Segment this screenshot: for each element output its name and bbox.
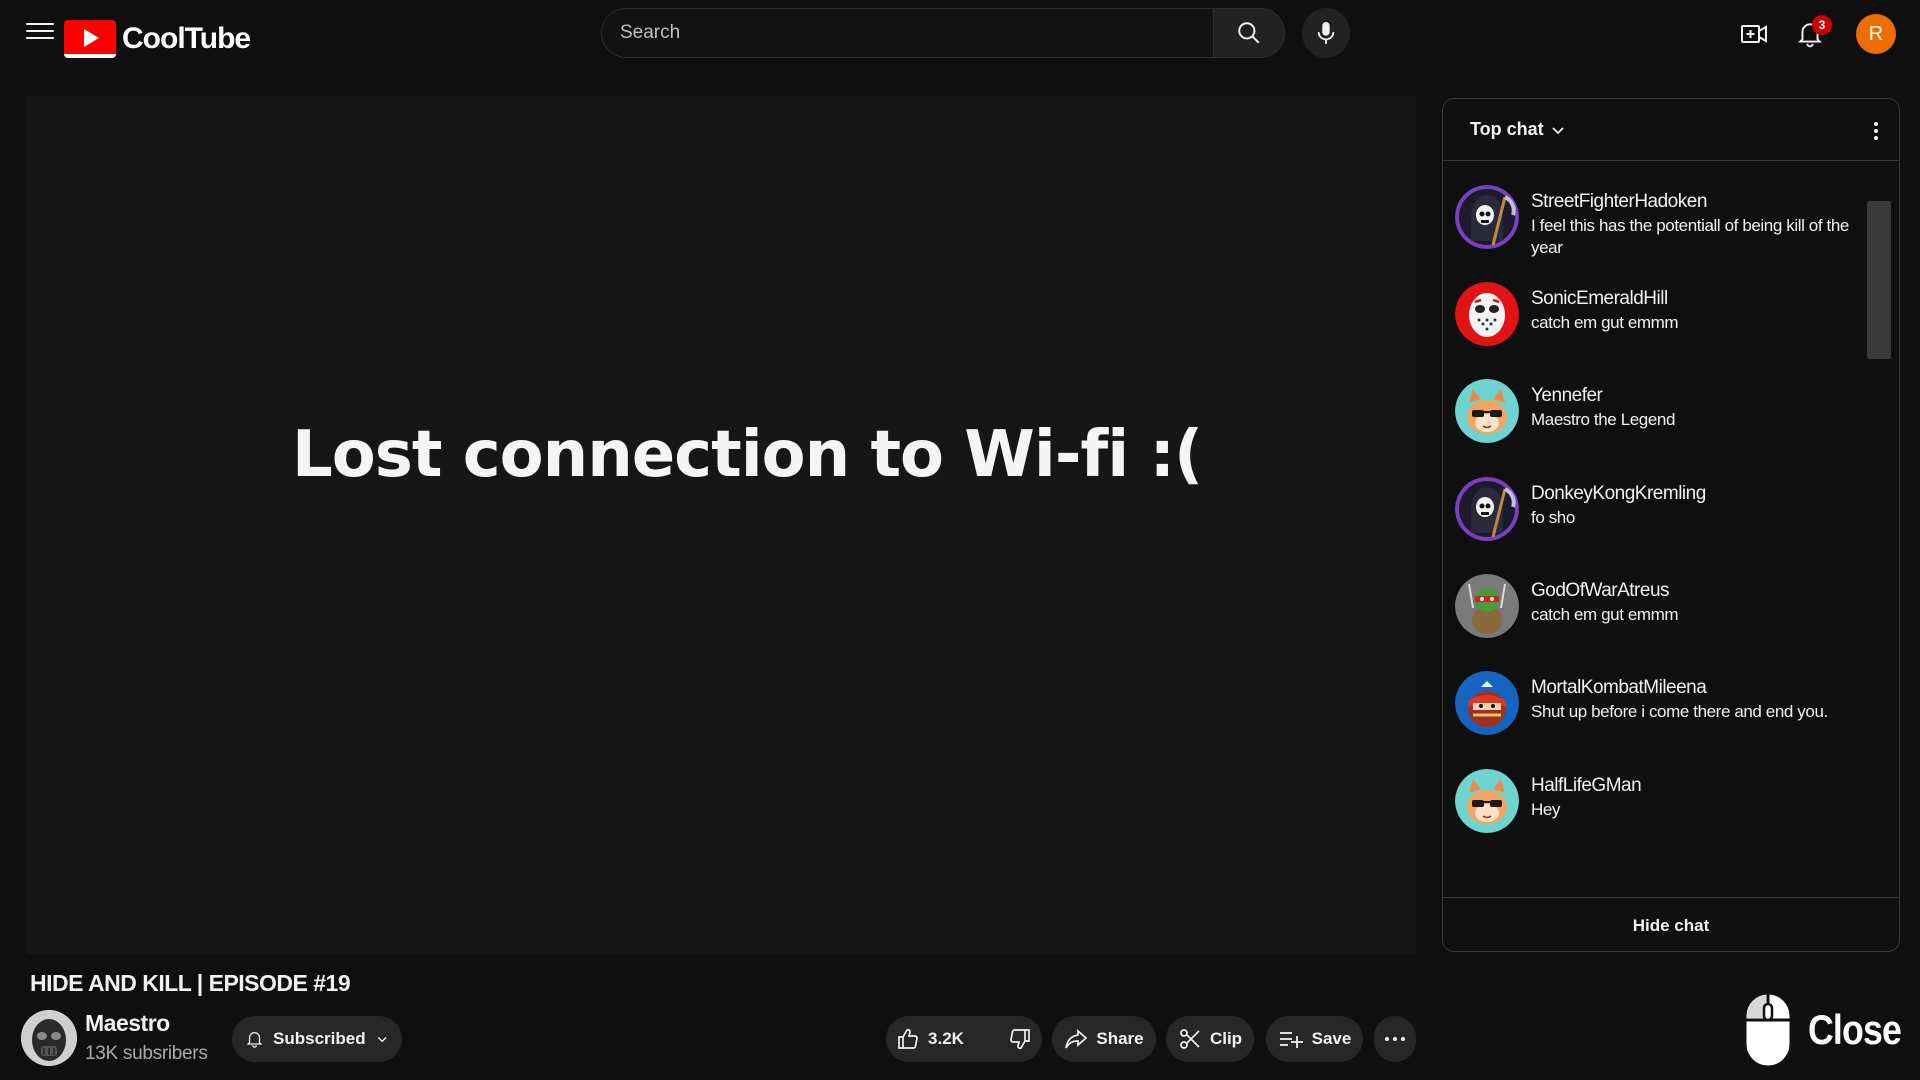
ninja-avatar-icon[interactable] — [1455, 671, 1519, 735]
chat-message-text: Shut up before i come there and end you. — [1531, 702, 1828, 721]
reaper-avatar-icon[interactable] — [1455, 185, 1519, 249]
hide-chat-button[interactable]: Hide chat — [1633, 916, 1710, 936]
video-title: HIDE AND KILL | EPISODE #19 — [30, 970, 351, 996]
voice-search-button[interactable] — [1302, 8, 1350, 58]
notifications-button[interactable]: 3 — [1790, 14, 1832, 54]
hockey-mask-avatar-icon[interactable] — [1455, 282, 1519, 346]
mouse-icon — [1743, 991, 1793, 1069]
chat-header: Top chat — [1443, 99, 1899, 161]
menu-icon[interactable] — [26, 18, 54, 46]
chat-author[interactable]: GodOfWarAtreus — [1531, 580, 1851, 602]
chat-message: DonkeyKongKremling fo sho — [1455, 477, 1875, 541]
subscribed-label: Subscribed — [273, 1029, 366, 1048]
chat-mode-selector[interactable]: Top chat — [1470, 119, 1566, 140]
cat-sunglasses-avatar-icon[interactable] — [1455, 379, 1519, 443]
chat-message: SonicEmeraldHill catch em gut emmm — [1455, 282, 1875, 346]
live-chat-panel: Top chat StreetFighterHadoken I feel thi… — [1442, 98, 1900, 952]
search-bar — [601, 8, 1285, 58]
video-player[interactable] — [26, 96, 1416, 954]
chat-message-text: catch em gut emmm — [1531, 605, 1679, 624]
chat-message: Yennefer Maestro the Legend — [1455, 379, 1875, 443]
close-overlay-button[interactable]: Close — [1742, 990, 1917, 1070]
chevron-down-icon — [377, 1036, 387, 1043]
share-button[interactable]: Share — [1052, 1016, 1156, 1062]
chat-mode-label: Top chat — [1470, 119, 1544, 139]
chat-message-text: Maestro the Legend — [1531, 410, 1676, 429]
save-button[interactable]: Save — [1266, 1016, 1363, 1062]
chat-message: GodOfWarAtreus catch em gut emmm — [1455, 574, 1875, 638]
search-icon — [1238, 22, 1260, 44]
video-add-icon — [1741, 25, 1767, 43]
search-button[interactable] — [1213, 8, 1285, 58]
account-avatar[interactable]: R — [1856, 14, 1896, 54]
more-actions-button[interactable] — [1374, 1016, 1416, 1062]
share-arrow-icon — [1065, 1029, 1088, 1049]
chat-message: StreetFighterHadoken I feel this has the… — [1455, 185, 1875, 259]
chat-message-text: Hey — [1531, 800, 1561, 819]
subscribed-button[interactable]: Subscribed — [232, 1016, 402, 1062]
chat-footer: Hide chat — [1443, 897, 1899, 951]
chat-message-text: I feel this has the potentiall of being … — [1531, 216, 1849, 257]
channel-avatar[interactable] — [21, 1010, 77, 1066]
logo[interactable]: CoolTube — [64, 20, 251, 58]
chat-author[interactable]: HalfLifeGMan — [1531, 775, 1851, 797]
chat-message-text: fo sho — [1531, 508, 1575, 527]
turtle-avatar-icon[interactable] — [1455, 574, 1519, 638]
save-label: Save — [1311, 1029, 1352, 1048]
more-horizontal-icon — [1385, 1037, 1405, 1041]
search-input[interactable] — [601, 8, 1213, 58]
app: CoolTube 3 R Lost connection to Wi-fi :(… — [0, 0, 1920, 1080]
chevron-down-icon — [1552, 126, 1564, 134]
channel-subscriber-count: 13K subsribers — [85, 1043, 208, 1064]
cat-sunglasses-avatar-icon[interactable] — [1455, 769, 1519, 833]
thumbs-down-icon — [1010, 1029, 1030, 1050]
close-label: Close — [1808, 1006, 1902, 1053]
clip-button[interactable]: Clip — [1166, 1016, 1254, 1062]
chat-message: MortalKombatMileena Shut up before i com… — [1455, 671, 1875, 735]
notification-count-badge: 3 — [1812, 15, 1832, 35]
clip-label: Clip — [1209, 1029, 1243, 1048]
logo-play-icon — [64, 20, 116, 58]
bell-icon — [246, 1032, 263, 1048]
like-count: 3.2K — [928, 1029, 964, 1048]
chat-scrollbar[interactable] — [1867, 201, 1891, 359]
playlist-add-icon — [1279, 1032, 1303, 1048]
share-label: Share — [1096, 1029, 1144, 1048]
microphone-icon — [1317, 22, 1335, 44]
masked-face-icon — [21, 1010, 77, 1066]
chat-more-icon[interactable] — [1863, 117, 1889, 145]
chat-message: HalfLifeGMan Hey — [1455, 769, 1875, 833]
player-error-message: Lost connection to Wi-fi :( — [292, 418, 1203, 492]
chat-message-text: catch em gut emmm — [1531, 313, 1679, 332]
scissors-icon — [1180, 1029, 1200, 1049]
dislike-button[interactable] — [994, 1016, 1046, 1062]
chat-author[interactable]: StreetFighterHadoken — [1531, 191, 1851, 213]
logo-text: CoolTube — [122, 22, 251, 55]
chat-author[interactable]: Yennefer — [1531, 385, 1851, 407]
thumbs-up-icon — [898, 1028, 918, 1049]
chat-author[interactable]: DonkeyKongKremling — [1531, 483, 1851, 505]
reaper-avatar-icon[interactable] — [1455, 477, 1519, 541]
channel-name[interactable]: Maestro — [85, 1010, 170, 1037]
top-header: CoolTube 3 R — [0, 0, 1920, 70]
chat-author[interactable]: MortalKombatMileena — [1531, 677, 1851, 699]
create-button[interactable] — [1736, 16, 1772, 52]
chat-author[interactable]: SonicEmeraldHill — [1531, 288, 1851, 310]
like-dislike-group: 3.2K — [886, 1016, 1042, 1062]
like-button[interactable]: 3.2K — [882, 1016, 978, 1062]
chat-message-list: StreetFighterHadoken I feel this has the… — [1443, 163, 1899, 893]
